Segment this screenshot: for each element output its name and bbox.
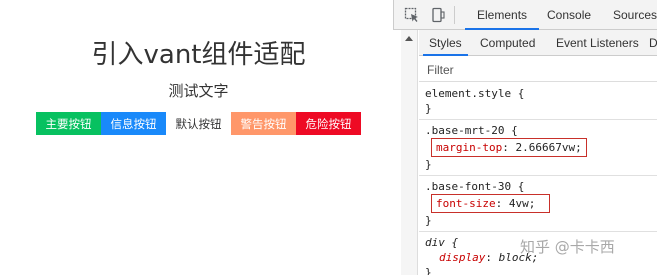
subtab-overflow[interactable]: D [649, 30, 657, 56]
rule-selector: .base-font-30 { [425, 180, 525, 193]
subtab-event-listeners[interactable]: Event Listeners [556, 30, 639, 56]
default-button[interactable]: 默认按钮 [166, 112, 231, 135]
devtools-toolbar: Elements Console Sources [393, 0, 657, 30]
toolbar-separator [454, 6, 455, 24]
devtools-left-scrollbar[interactable] [401, 30, 418, 275]
rule-close: } [425, 102, 432, 115]
rule-close: } [425, 214, 432, 227]
page-subtitle: 测试文字 [168, 82, 229, 100]
warning-button[interactable]: 警告按钮 [231, 112, 296, 135]
subtab-computed[interactable]: Computed [480, 30, 535, 56]
highlighted-declaration[interactable]: margin-top: 2.66667vw; [431, 138, 587, 157]
styles-filter-input[interactable]: Filter [419, 57, 657, 82]
scroll-up-icon[interactable] [405, 36, 413, 41]
rule-selector: element.style { [425, 87, 525, 100]
highlighted-declaration[interactable]: font-size: 4vw; [431, 194, 551, 213]
primary-button[interactable]: 主要按钮 [36, 112, 101, 135]
tab-console[interactable]: Console [547, 0, 591, 30]
devtools-panel: Elements Console Sources Styles Computed… [393, 0, 657, 275]
rule-base-mrt-20: .base-mrt-20 { margin-top: 2.66667vw; } [419, 120, 657, 176]
danger-button[interactable]: 危险按钮 [296, 112, 361, 135]
subtab-styles[interactable]: Styles [423, 30, 468, 56]
styles-subtab-bar: Styles Computed Event Listeners D [419, 30, 657, 56]
watermark: 知乎 @卡卡西 [520, 238, 615, 256]
device-toolbar-icon[interactable] [430, 7, 446, 23]
rule-base-font-30: .base-font-30 { font-size: 4vw; } [419, 176, 657, 232]
tab-sources[interactable]: Sources [613, 0, 657, 30]
page-title: 引入vant组件适配 [91, 40, 306, 70]
inspect-element-icon[interactable] [404, 7, 420, 23]
button-row: 主要按钮 信息按钮 默认按钮 警告按钮 危险按钮 [36, 112, 361, 135]
rule-close: } [425, 266, 432, 275]
rule-selector: .base-mrt-20 { [425, 124, 518, 137]
rule-close: } [425, 158, 432, 171]
tab-elements[interactable]: Elements [465, 0, 540, 30]
page-preview: 引入vant组件适配 测试文字 主要按钮 信息按钮 默认按钮 警告按钮 危险按钮 [0, 0, 393, 275]
info-button[interactable]: 信息按钮 [101, 112, 166, 135]
rule-element-style: element.style { } [419, 83, 657, 120]
